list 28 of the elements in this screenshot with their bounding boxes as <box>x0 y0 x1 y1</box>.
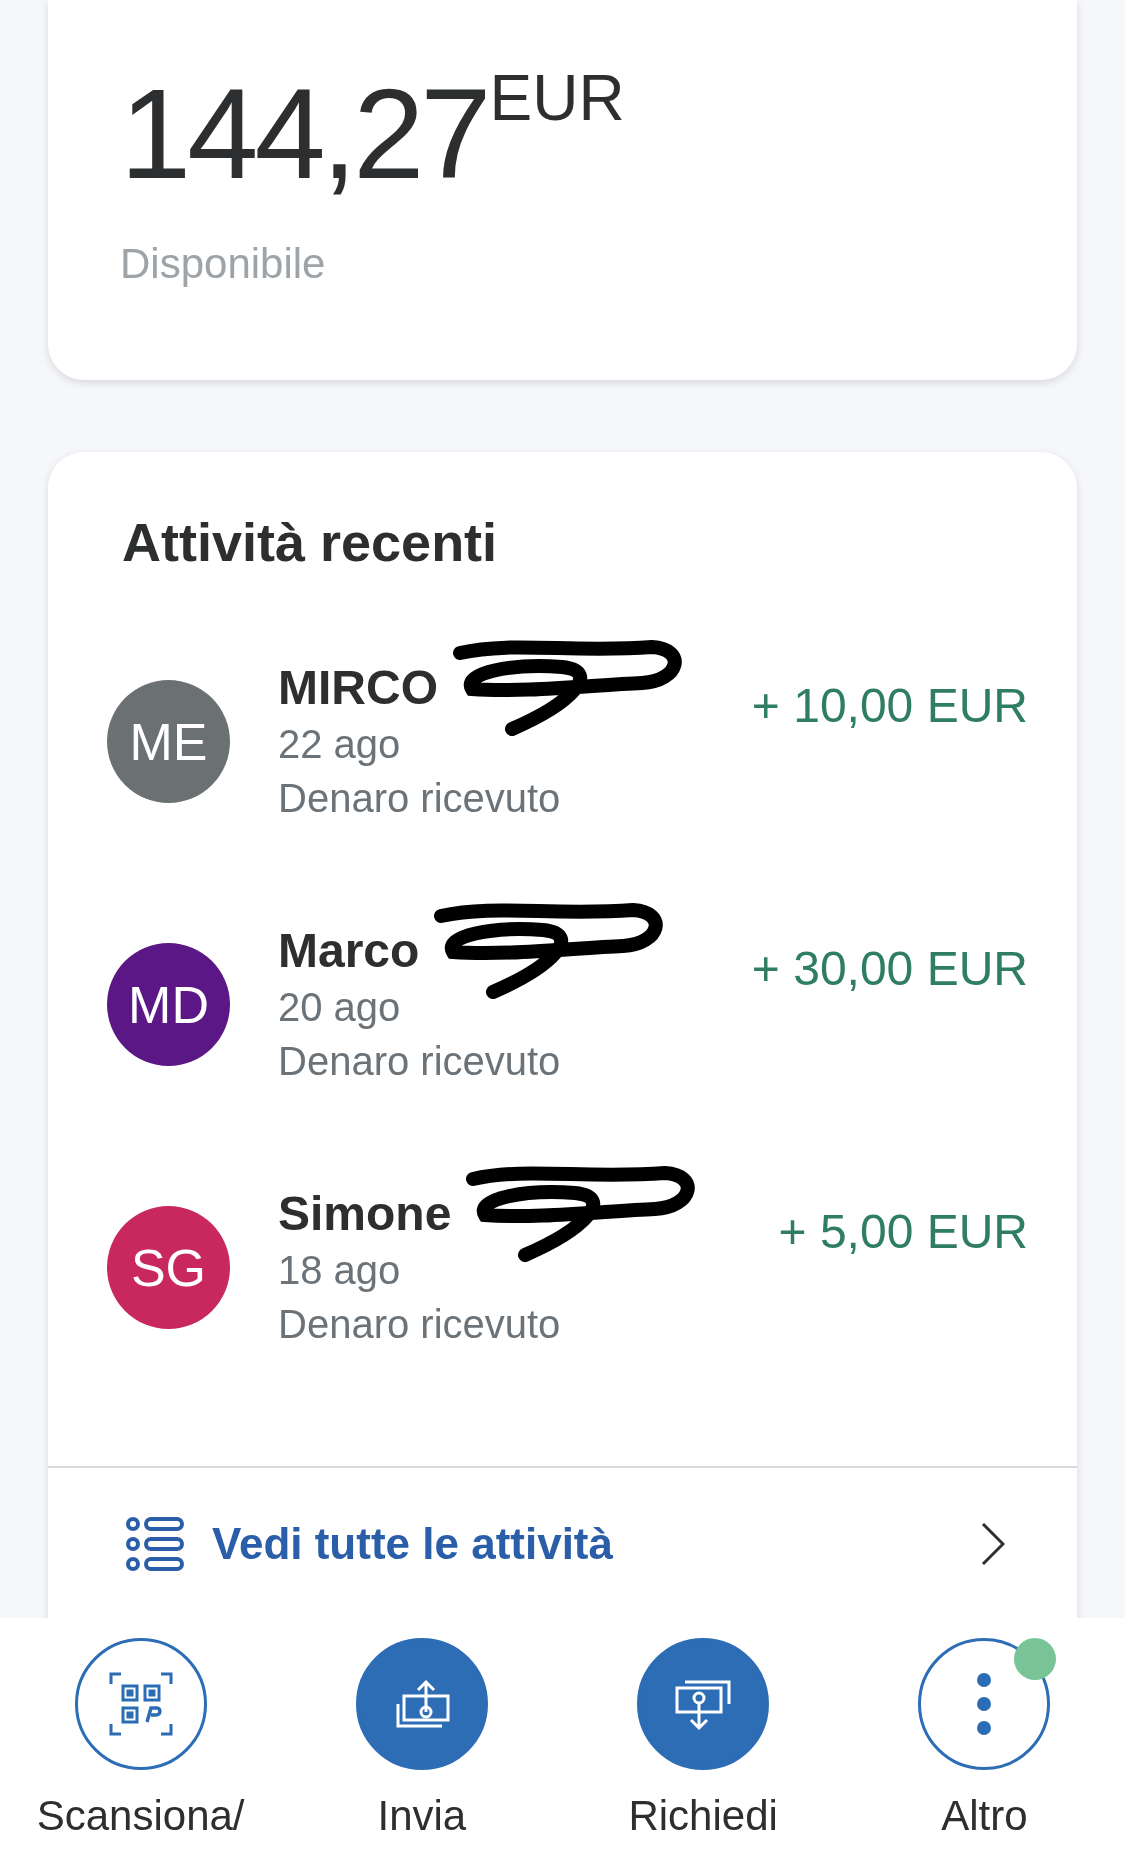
nav-label: Scansiona/ <box>36 1791 245 1841</box>
chevron-right-icon <box>981 1522 1005 1566</box>
avatar-initials: SG <box>130 1237 207 1299</box>
transaction-amount: + 10,00 EUR <box>751 678 1028 734</box>
transaction-type: Denaro ricevuto <box>278 1300 562 1348</box>
currency-label: EUR <box>489 66 625 130</box>
nav-label: Richiedi <box>628 1791 778 1841</box>
transaction-date: 18 ago <box>278 1246 402 1294</box>
avatar-initials: ME <box>129 711 208 773</box>
transaction-amount: + 5,00 EUR <box>778 1204 1028 1260</box>
qr-scan-icon <box>108 1672 173 1736</box>
transaction-date: 20 ago <box>278 983 402 1031</box>
see-all-link[interactable]: Vedi tutte le attività <box>48 1468 1077 1620</box>
nav-label: Altro <box>941 1791 1028 1841</box>
section-title: Attività recenti <box>122 512 498 572</box>
contact-name: Marco <box>278 922 420 979</box>
transaction-type: Denaro ricevuto <box>278 774 562 822</box>
avatar-initials: MD <box>128 974 209 1036</box>
more-vertical-icon <box>976 1672 993 1736</box>
contact-name: MIRCO <box>278 659 438 716</box>
available-caption: Disponibile <box>120 239 327 289</box>
list-icon <box>126 1517 184 1571</box>
transaction-type: Denaro ricevuto <box>278 1037 562 1085</box>
transaction-date: 22 ago <box>278 720 402 768</box>
nav-label: Invia <box>377 1791 467 1841</box>
balance-amount: 144,27 <box>120 70 488 198</box>
transaction-amount: + 30,00 EUR <box>751 941 1028 997</box>
contact-name: Simone <box>278 1185 452 1242</box>
